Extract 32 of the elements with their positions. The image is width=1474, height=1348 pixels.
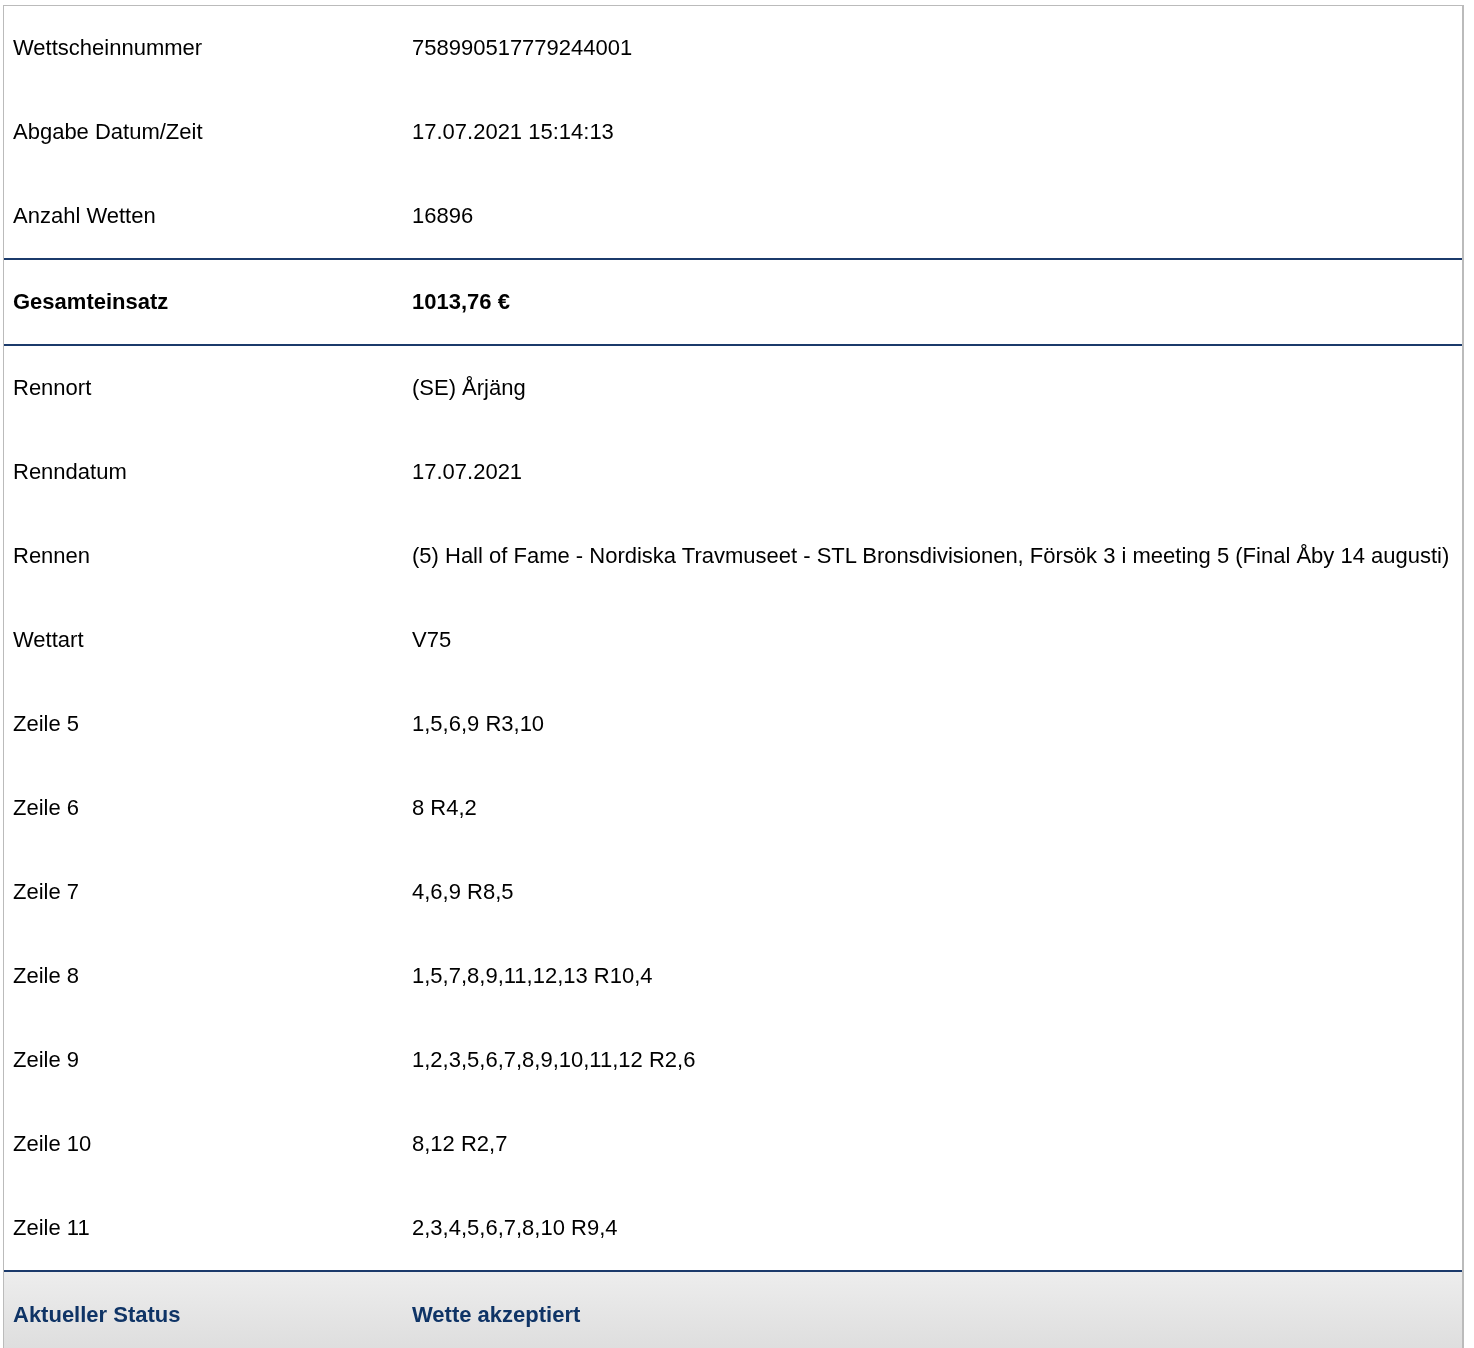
field-value: 1,2,3,5,6,7,8,9,10,11,12 R2,6 (412, 1046, 697, 1074)
field-value: 758990517779244001 (412, 34, 634, 62)
field-label: Rennort (13, 374, 93, 402)
field-value: (SE) Årjäng (412, 374, 527, 402)
field-value: 16896 (412, 202, 475, 230)
field-label: Wettart (13, 626, 85, 654)
field-label: Zeile 10 (13, 1130, 93, 1158)
field-label: Anzahl Wetten (13, 202, 157, 230)
field-value: 8 R4,2 (412, 794, 478, 822)
field-value: 1013,76 € (412, 288, 511, 316)
field-label: Wettscheinnummer (13, 34, 204, 62)
field-label: Gesamteinsatz (13, 288, 170, 316)
field-label: Zeile 8 (13, 962, 81, 990)
field-value: Wette akzeptiert (412, 1301, 582, 1329)
field-value: (5) Hall of Fame - Nordiska Travmuseet - STL Bronsdivisionen, Försök 3 i meeting 5 (Final Åby 14 augusti) (412, 542, 1451, 570)
field-label: Zeile 9 (13, 1046, 81, 1074)
field-value: 17.07.2021 15:14:13 (412, 118, 615, 146)
field-label: Zeile 11 (13, 1214, 91, 1242)
field-value: 1,5,7,8,9,11,12,13 R10,4 (412, 962, 654, 990)
field-value: V75 (412, 626, 453, 654)
field-value: 2,3,4,5,6,7,8,10 R9,4 (412, 1214, 619, 1242)
field-value: 1,5,6,9 R3,10 (412, 710, 546, 738)
field-label: Rennen (13, 542, 92, 570)
field-label: Zeile 7 (13, 878, 81, 906)
field-value: 8,12 R2,7 (412, 1130, 509, 1158)
field-label: Aktueller Status (13, 1301, 182, 1329)
field-label: Zeile 6 (13, 794, 81, 822)
field-label: Renndatum (13, 458, 128, 486)
field-label: Abgabe Datum/Zeit (13, 118, 204, 146)
field-value: 17.07.2021 (412, 458, 524, 486)
field-value: 4,6,9 R8,5 (412, 878, 515, 906)
field-label: Zeile 5 (13, 710, 81, 738)
